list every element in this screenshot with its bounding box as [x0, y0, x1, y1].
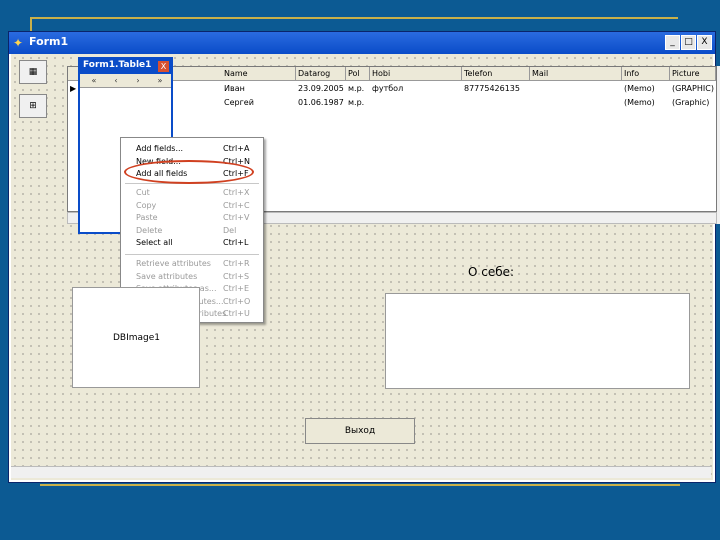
dataenv-component-icon[interactable]: ⊞ [19, 94, 47, 118]
grid-cell[interactable] [464, 96, 530, 110]
grid-cell[interactable]: Сергей [224, 96, 296, 110]
slide-decoration-line [30, 17, 678, 19]
menu-item-copy[interactable]: Copy Ctrl+C [121, 200, 263, 213]
slide-decoration-line [40, 484, 680, 486]
column-header[interactable]: Picture [670, 67, 716, 81]
grid-cell[interactable] [372, 96, 462, 110]
grid-cell[interactable]: (Memo) [624, 82, 670, 96]
column-header[interactable]: Name [222, 67, 296, 81]
column-header[interactable]: Mail [530, 67, 622, 81]
table-component-icon[interactable]: ▦ [19, 60, 47, 84]
grid-cell[interactable]: (GRAPHIC) [672, 82, 716, 96]
close-button[interactable]: X [158, 61, 169, 72]
column-header[interactable]: Pol [346, 67, 370, 81]
menu-separator [125, 254, 259, 255]
maximize-button[interactable]: □ [681, 35, 696, 50]
minimize-button[interactable]: _ [665, 35, 680, 50]
exit-button[interactable]: Выход [305, 418, 415, 444]
grid-cell[interactable] [532, 96, 622, 110]
grid-cell[interactable]: 01.06.1987 [298, 96, 346, 110]
navigation-bar: « ‹ › » [80, 74, 171, 88]
column-header[interactable]: Datarog [296, 67, 346, 81]
menu-item-select-all[interactable]: Select all Ctrl+L [121, 237, 263, 250]
prev-record-button[interactable]: ‹ [106, 75, 126, 86]
grid-cell[interactable]: (Graphic) [672, 96, 716, 110]
menu-item-save-attributes[interactable]: Save attributes Ctrl+S [121, 271, 263, 284]
about-label: О себе: [468, 265, 515, 279]
form-horizontal-scrollbar[interactable] [11, 466, 711, 478]
first-record-button[interactable]: « [84, 75, 104, 86]
menu-item-delete[interactable]: Delete Del [121, 225, 263, 238]
menu-item-retrieve-attributes[interactable]: Retrieve attributes Ctrl+R [121, 258, 263, 271]
app-icon: ✦ [13, 36, 24, 50]
grid-cell[interactable]: футбол [372, 82, 462, 96]
highlight-ellipse [124, 160, 254, 184]
next-record-button[interactable]: › [128, 75, 148, 86]
dbimage-component[interactable]: DBImage1 [72, 287, 200, 388]
column-header[interactable]: Info [622, 67, 670, 81]
last-record-button[interactable]: » [150, 75, 170, 86]
table-window-title: Form1.Table1 [83, 60, 152, 70]
title-bar[interactable]: ✦ Form1 _ □ X [9, 32, 715, 54]
grid-cell[interactable]: м.р. [348, 82, 370, 96]
grid-cell[interactable]: (Memo) [624, 96, 670, 110]
window-title: Form1 [29, 35, 69, 48]
column-header[interactable]: Telefon [462, 67, 530, 81]
column-header[interactable]: Hobi [370, 67, 462, 81]
grid-cell[interactable]: Иван [224, 82, 296, 96]
grid-cell[interactable]: 87775426135 [464, 82, 530, 96]
dbimage-label: DBImage1 [113, 333, 161, 343]
grid-cell[interactable]: м.р. [348, 96, 370, 110]
grid-cell[interactable] [532, 82, 622, 96]
menu-item-cut[interactable]: Cut Ctrl+X [121, 187, 263, 200]
about-memo-field[interactable] [385, 293, 690, 389]
table-window-titlebar[interactable]: Form1.Table1 X [80, 59, 171, 74]
menu-item-paste[interactable]: Paste Ctrl+V [121, 212, 263, 225]
close-button[interactable]: X [697, 35, 712, 50]
menu-item-add-fields[interactable]: Add fields... Ctrl+A [121, 143, 263, 156]
grid-cell[interactable]: 23.09.2005 [298, 82, 346, 96]
